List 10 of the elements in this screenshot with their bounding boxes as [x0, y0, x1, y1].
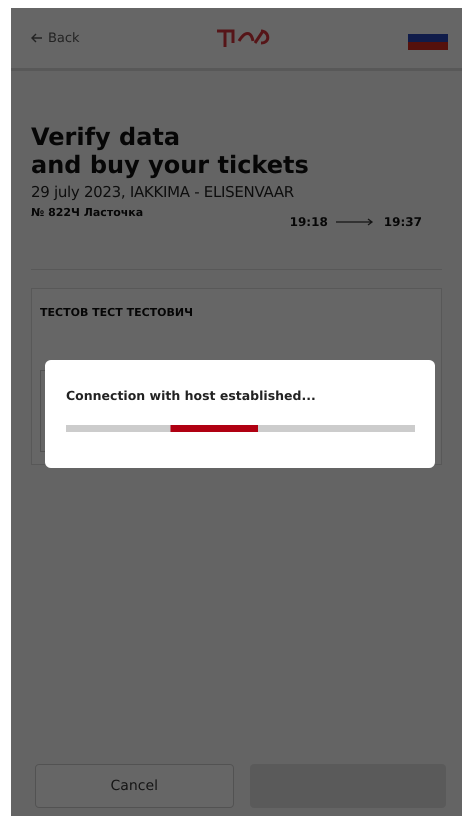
arrival-time: 19:37 — [384, 215, 422, 229]
back-link[interactable]: Back — [48, 30, 80, 46]
page-title: Verify data and buy your tickets — [31, 123, 310, 179]
dialog-message: Connection with host established... — [66, 388, 317, 403]
train-name: № 822Ч Ласточка — [31, 206, 144, 218]
passenger-name: ТЕСТОВ ТЕСТ ТЕСТОВИЧ — [40, 306, 194, 319]
departure-time: 19:18 — [290, 215, 328, 229]
back-arrow-icon[interactable] — [31, 33, 43, 43]
trip-date-route: 29 july 2023, IAKKIMA - ELISENVAAR — [31, 183, 295, 201]
cancel-button[interactable]: Cancel — [35, 764, 234, 808]
